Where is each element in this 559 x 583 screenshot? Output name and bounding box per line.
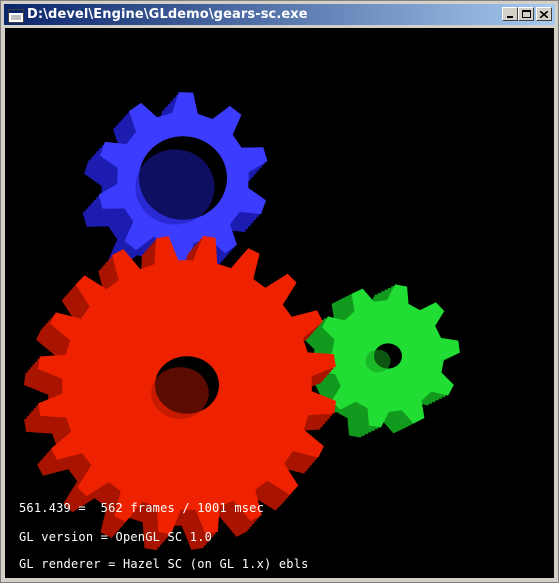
app-window: D:\devel\Engine\GLdemo\gears-sc.exe 561.… — [0, 0, 559, 583]
gear-bore — [365, 349, 391, 373]
app-icon[interactable] — [8, 8, 24, 23]
window-controls — [502, 7, 552, 21]
close-button[interactable] — [536, 7, 552, 21]
gears-scene — [23, 92, 460, 551]
gear-bore — [135, 149, 215, 225]
fps-readout: 561.439 = 562 frames / 1001 msec — [19, 501, 265, 515]
gl-renderer-text: GL renderer = Hazel SC (on GL 1.x) ebls — [19, 557, 309, 571]
minimize-icon — [507, 15, 513, 18]
gear-bore — [151, 367, 209, 419]
maximize-button[interactable] — [518, 7, 534, 21]
minimize-button[interactable] — [502, 7, 518, 21]
gl-version-text: GL version = OpenGL SC 1.0 — [19, 530, 213, 544]
maximize-icon — [521, 10, 531, 18]
close-icon — [540, 10, 548, 18]
window-title: D:\devel\Engine\GLdemo\gears-sc.exe — [27, 7, 308, 22]
gl-canvas[interactable]: 561.439 = 562 frames / 1001 msec GL vers… — [5, 28, 554, 578]
title-bar[interactable]: D:\devel\Engine\GLdemo\gears-sc.exe — [4, 4, 555, 25]
